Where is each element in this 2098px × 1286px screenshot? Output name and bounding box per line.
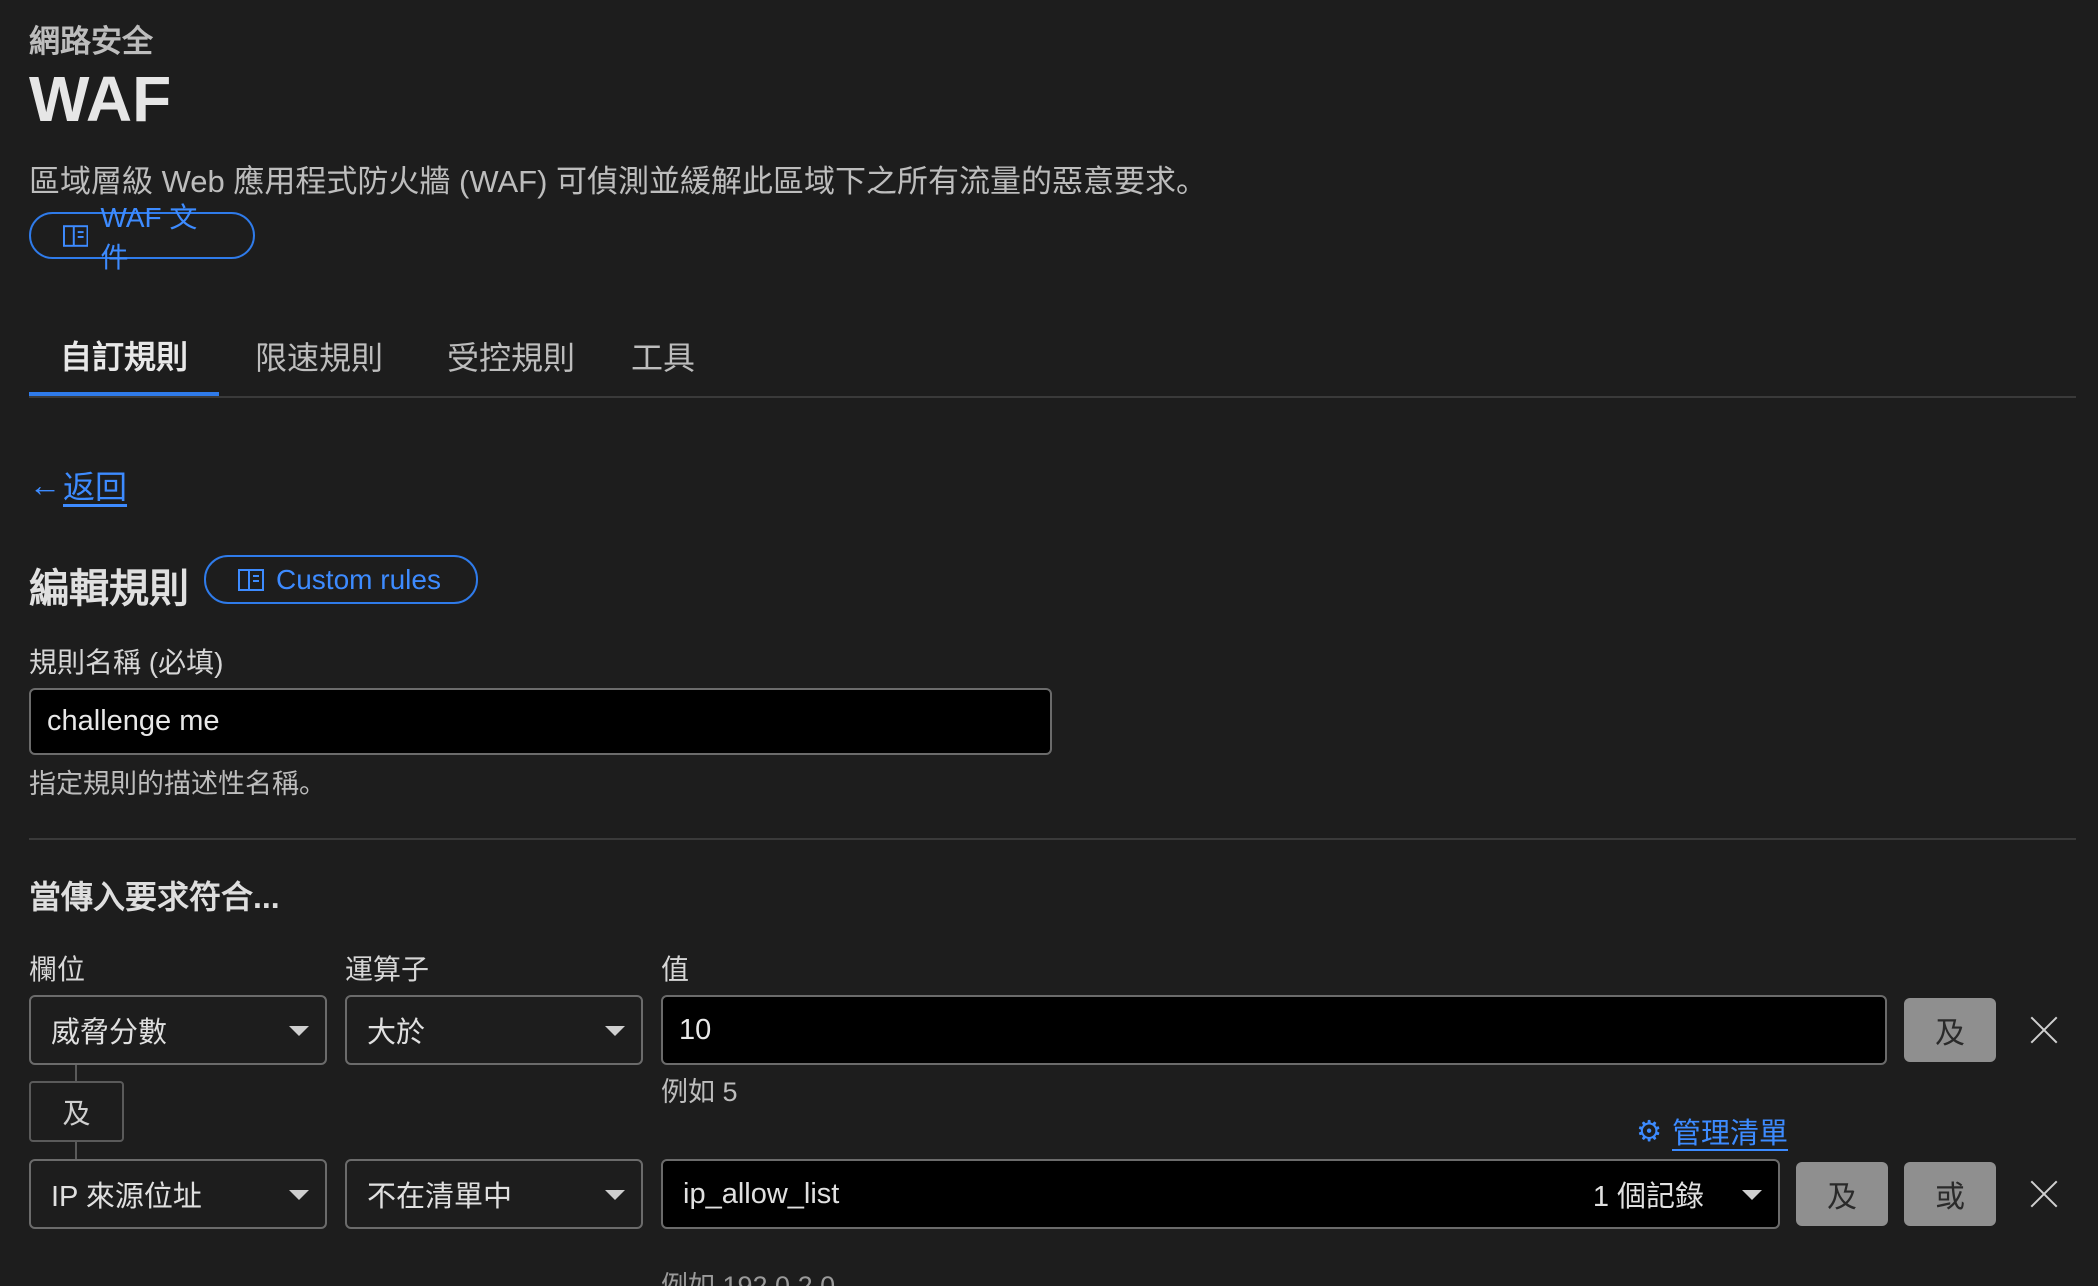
connector-line bbox=[75, 1065, 77, 1081]
caret-down-icon bbox=[1742, 1190, 1762, 1200]
back-link[interactable]: ← 返回 bbox=[29, 462, 127, 508]
rule-name-input[interactable]: challenge me bbox=[29, 688, 1052, 755]
list-select-value: ip_allow_list bbox=[683, 1177, 840, 1210]
arrow-left-icon: ← bbox=[29, 466, 61, 503]
tab-custom-rules[interactable]: 自訂規則 bbox=[29, 318, 219, 396]
connector-line bbox=[75, 1142, 77, 1159]
manage-lists-link[interactable]: ⚙ 管理清單 bbox=[1636, 1110, 1788, 1152]
waf-docs-button[interactable]: WAF 文件 bbox=[29, 202, 255, 273]
caret-down-icon bbox=[289, 1026, 309, 1036]
add-and-condition-button[interactable]: 及 bbox=[1904, 998, 1996, 1062]
value-column-label: 值 bbox=[661, 954, 690, 985]
field-column-label: 欄位 bbox=[29, 954, 86, 985]
breadcrumb: 網路安全 bbox=[29, 24, 153, 59]
add-or-condition-button[interactable]: 或 bbox=[1904, 1162, 1996, 1226]
and-connector-badge: 及 bbox=[29, 1081, 124, 1142]
waf-page: 網路安全 WAF 區域層級 Web 應用程式防火牆 (WAF) 可偵測並緩解此區… bbox=[0, 0, 2098, 1286]
book-icon bbox=[238, 568, 264, 591]
field-select-value: 威脅分數 bbox=[51, 1017, 168, 1049]
caret-down-icon bbox=[605, 1026, 625, 1036]
edit-rule-heading: 編輯規則 bbox=[29, 567, 189, 611]
back-link-label: 返回 bbox=[63, 469, 128, 505]
custom-rules-docs-label: Custom rules bbox=[276, 563, 441, 595]
field-select-value: IP 來源位址 bbox=[51, 1181, 202, 1213]
list-select[interactable]: ip_allow_list 1 個記錄 bbox=[661, 1159, 1780, 1229]
close-icon[interactable] bbox=[2029, 1179, 2059, 1209]
operator-select[interactable]: 不在清單中 bbox=[345, 1159, 643, 1229]
waf-docs-label: WAF 文件 bbox=[100, 201, 198, 273]
operator-select-value: 不在清單中 bbox=[367, 1181, 513, 1213]
page-title: WAF bbox=[29, 63, 172, 135]
page-description: 區域層級 Web 應用程式防火牆 (WAF) 可偵測並緩解此區域下之所有流量的惡… bbox=[29, 164, 1207, 199]
caret-down-icon bbox=[289, 1190, 309, 1200]
field-select[interactable]: IP 來源位址 bbox=[29, 1159, 327, 1229]
value-hint: 例如 192.0.2.0 bbox=[661, 1271, 836, 1286]
manage-lists-label: 管理清單 bbox=[1672, 1118, 1789, 1150]
field-select[interactable]: 威脅分數 bbox=[29, 995, 327, 1065]
operator-select[interactable]: 大於 bbox=[345, 995, 643, 1065]
list-record-count: 1 個記錄 bbox=[1592, 1181, 1704, 1213]
tab-tools[interactable]: 工具 bbox=[623, 318, 703, 394]
conditions-heading: 當傳入要求符合... bbox=[29, 879, 280, 915]
gear-icon: ⚙ bbox=[1636, 1115, 1662, 1148]
tab-managed-rules[interactable]: 受控規則 bbox=[431, 318, 591, 394]
section-divider bbox=[29, 838, 2076, 840]
rule-name-label: 規則名稱 (必填) bbox=[29, 647, 224, 678]
close-icon[interactable] bbox=[2029, 1015, 2059, 1045]
caret-down-icon bbox=[605, 1190, 625, 1200]
operator-column-label: 運算子 bbox=[345, 954, 430, 985]
rule-name-hint: 指定規則的描述性名稱。 bbox=[29, 769, 326, 799]
add-and-condition-button[interactable]: 及 bbox=[1796, 1162, 1888, 1226]
tab-bar: 自訂規則 限速規則 受控規則 工具 bbox=[29, 318, 2076, 398]
book-icon bbox=[63, 224, 89, 247]
custom-rules-docs-button[interactable]: Custom rules bbox=[204, 555, 478, 604]
value-input[interactable]: 10 bbox=[661, 995, 1887, 1065]
value-hint: 例如 5 bbox=[661, 1077, 738, 1107]
operator-select-value: 大於 bbox=[367, 1017, 426, 1049]
tab-rate-limiting-rules[interactable]: 限速規則 bbox=[239, 318, 399, 394]
